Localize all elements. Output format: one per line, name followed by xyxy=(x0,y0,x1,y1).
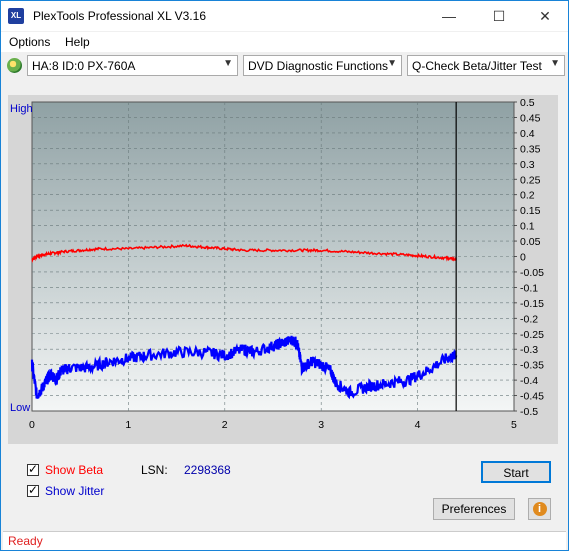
show-beta-label[interactable]: Show Beta xyxy=(45,463,103,477)
y-tick-label: -0.45 xyxy=(520,391,544,403)
x-tick-label: 1 xyxy=(125,419,131,431)
maximize-button[interactable]: ☐ xyxy=(476,1,522,31)
menu-help[interactable]: Help xyxy=(65,35,90,49)
options-panel: Show Beta Show Jitter LSN: 2298368 Start… xyxy=(8,451,558,524)
x-tick-label: 4 xyxy=(415,419,421,431)
y-tick-label: 0.25 xyxy=(520,174,541,186)
drive-select[interactable]: HA:8 ID:0 PX-760A ▼ xyxy=(27,55,238,76)
minimize-button[interactable]: — xyxy=(426,1,472,31)
menu-options-label: Options xyxy=(9,35,51,49)
chevron-down-icon: ▼ xyxy=(387,58,397,69)
start-button[interactable]: Start xyxy=(481,461,551,483)
drive-icon xyxy=(7,58,22,73)
y-tick-label: 0.5 xyxy=(520,97,535,109)
y-tick-label: 0.35 xyxy=(520,143,541,155)
status-text: Ready xyxy=(8,534,43,548)
info-icon: i xyxy=(532,502,547,516)
main-window: XL PlexTools Professional XL V3.16 — ☐ ✕… xyxy=(0,0,569,551)
y-tick-label: -0.4 xyxy=(520,375,538,387)
beta-jitter-chart: 0.5 0.45 0.4 0.35 0.3 0.25 0.2 0.15 0.1 0.05 0 -0.0… xyxy=(10,97,544,431)
lsn-label: LSN: xyxy=(141,463,168,477)
y-tick-label: -0.2 xyxy=(520,313,538,325)
y-tick-label: 0.1 xyxy=(520,221,535,233)
title-bar[interactable]: XL PlexTools Professional XL V3.16 — ☐ ✕ xyxy=(1,1,568,31)
chevron-down-icon: ▼ xyxy=(223,58,233,69)
close-button[interactable]: ✕ xyxy=(522,1,568,31)
y-tick-label: 0.15 xyxy=(520,205,541,217)
high-label: High xyxy=(10,103,33,115)
y-tick-label: -0.05 xyxy=(520,267,544,279)
status-bar: Ready xyxy=(3,531,566,550)
function-select-value: DVD Diagnostic Functions xyxy=(248,59,389,73)
show-jitter-label[interactable]: Show Jitter xyxy=(45,484,104,498)
preferences-button[interactable]: Preferences xyxy=(433,498,515,520)
x-tick-label: 0 xyxy=(29,419,35,431)
y-tick-label: -0.1 xyxy=(520,282,538,294)
chevron-down-icon: ▼ xyxy=(550,58,560,69)
y-tick-label: 0.05 xyxy=(520,236,541,248)
test-select[interactable]: Q-Check Beta/Jitter Test ▼ xyxy=(407,55,565,76)
x-tick-label: 5 xyxy=(511,419,517,431)
info-button[interactable]: i xyxy=(528,498,551,520)
x-tick-label: 2 xyxy=(222,419,228,431)
y-tick-label: -0.5 xyxy=(520,406,538,418)
y-tick-label: -0.3 xyxy=(520,344,538,356)
app-logo-icon: XL xyxy=(8,8,24,24)
low-label: Low xyxy=(10,402,30,414)
chart-panel: 0.5 0.45 0.4 0.35 0.3 0.25 0.2 0.15 0.1 0.05 0 -0.0… xyxy=(8,95,558,444)
test-select-value: Q-Check Beta/Jitter Test xyxy=(412,59,542,73)
y-tick-label: -0.15 xyxy=(520,298,544,310)
y-tick-label: 0.45 xyxy=(520,112,541,124)
y-tick-label: 0.3 xyxy=(520,159,535,171)
menu-options[interactable]: Options xyxy=(9,35,50,49)
lsn-value: 2298368 xyxy=(184,463,231,477)
y-tick-label: -0.25 xyxy=(520,329,544,341)
y-tick-label: 0.4 xyxy=(520,128,535,140)
drive-select-value: HA:8 ID:0 PX-760A xyxy=(32,59,136,73)
window-title: PlexTools Professional XL V3.16 xyxy=(33,9,206,23)
y-tick-label: 0 xyxy=(520,252,526,264)
x-tick-label: 3 xyxy=(318,419,324,431)
show-jitter-checkbox[interactable] xyxy=(27,483,39,497)
show-beta-checkbox[interactable] xyxy=(27,462,39,476)
y-tick-label: 0.2 xyxy=(520,190,535,202)
menu-bar: Options Help xyxy=(1,32,568,52)
function-select[interactable]: DVD Diagnostic Functions ▼ xyxy=(243,55,402,76)
y-tick-label: -0.35 xyxy=(520,360,544,372)
menu-help-label: Help xyxy=(65,35,90,49)
toolbar: HA:8 ID:0 PX-760A ▼ DVD Diagnostic Funct… xyxy=(1,53,568,79)
